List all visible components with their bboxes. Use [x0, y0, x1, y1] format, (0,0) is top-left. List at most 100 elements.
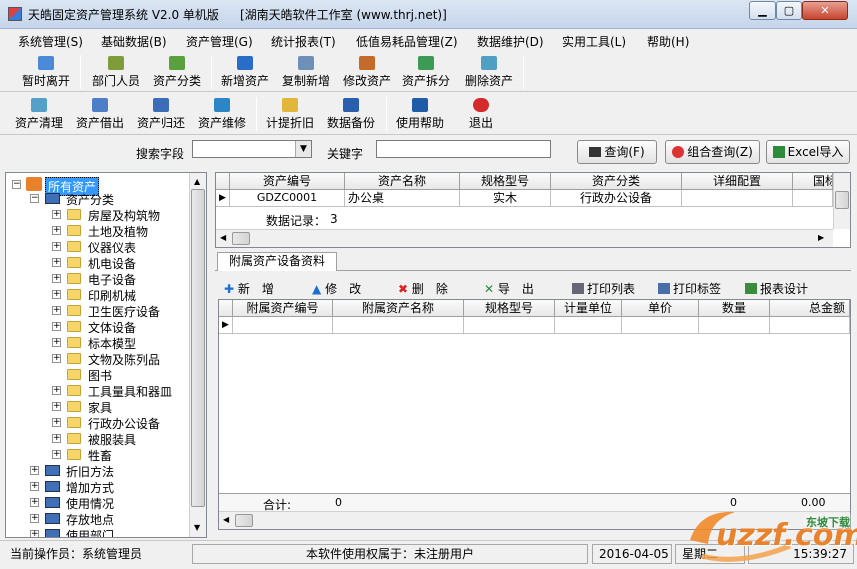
expand-icon[interactable]: + — [30, 498, 39, 507]
grid-vscroll[interactable] — [833, 173, 850, 229]
expand-icon[interactable]: + — [52, 226, 61, 235]
sub-add-button[interactable]: ✚ 新 增 — [224, 280, 274, 297]
menu-data-maint[interactable]: 数据维护(D) — [477, 33, 544, 50]
keyword-input[interactable] — [376, 140, 551, 158]
expand-icon[interactable]: + — [52, 210, 61, 219]
scroll-thumb[interactable] — [232, 232, 250, 245]
asset-lend-button[interactable]: 资产借出 — [72, 98, 128, 131]
asset-return-button[interactable]: 资产归还 — [133, 98, 189, 131]
backup-button[interactable]: 数据备份 — [323, 98, 379, 131]
table-cell[interactable] — [555, 317, 622, 334]
report-design-button[interactable]: 报表设计 — [745, 280, 808, 297]
col-header[interactable]: 单价 — [622, 300, 699, 317]
collapse-icon[interactable]: − — [12, 180, 21, 189]
expand-icon[interactable]: + — [52, 322, 61, 331]
table-cell[interactable] — [699, 317, 770, 334]
maximize-button[interactable]: ▢ — [776, 1, 802, 20]
table-cell[interactable] — [770, 317, 850, 334]
scroll-left-icon[interactable]: ◀ — [223, 515, 229, 524]
asset-repair-button[interactable]: 资产维修 — [194, 98, 250, 131]
new-asset-button[interactable]: 新增资产 — [217, 56, 273, 89]
col-header[interactable]: 附属资产名称 — [333, 300, 464, 317]
table-cell[interactable] — [464, 317, 555, 334]
expand-icon[interactable]: + — [52, 386, 61, 395]
tree-scrollbar[interactable]: ▲ ▼ — [189, 173, 206, 537]
edit-asset-button[interactable]: 修改资产 — [339, 56, 395, 89]
grid-hscroll[interactable]: ◀ ▶ — [216, 229, 833, 247]
expand-icon[interactable]: + — [30, 530, 39, 537]
pause-button[interactable]: 暂时离开 — [18, 56, 74, 89]
search-field-select[interactable]: ▼ — [192, 140, 312, 158]
menu-help[interactable]: 帮助(H) — [647, 33, 689, 50]
asset-clear-button[interactable]: 资产清理 — [11, 98, 67, 131]
chevron-down-icon[interactable]: ▼ — [295, 141, 311, 157]
expand-icon[interactable]: + — [30, 466, 39, 475]
expand-icon[interactable]: + — [52, 242, 61, 251]
expand-icon[interactable]: + — [52, 290, 61, 299]
query-button[interactable]: 查询(F) — [577, 140, 657, 164]
expand-icon[interactable]: + — [52, 274, 61, 283]
col-header[interactable]: 附属资产编号 — [233, 300, 333, 317]
scroll-right-icon[interactable]: ▶ — [818, 233, 824, 242]
col-header[interactable]: 资产编号 — [230, 173, 345, 190]
expand-icon[interactable]: + — [52, 434, 61, 443]
col-header[interactable]: 数量 — [699, 300, 770, 317]
excel-import-button[interactable]: Excel导入 — [766, 140, 850, 164]
delete-asset-button[interactable]: 删除资产 — [461, 56, 517, 89]
menu-tools[interactable]: 实用工具(L) — [562, 33, 626, 50]
menu-asset-mgmt[interactable]: 资产管理(G) — [186, 33, 253, 50]
expand-icon[interactable]: + — [52, 418, 61, 427]
scroll-thumb[interactable] — [191, 189, 205, 507]
col-header[interactable]: 详细配置 — [682, 173, 793, 190]
tab-attached-assets[interactable]: 附属资产设备资料 — [217, 252, 337, 271]
table-cell[interactable]: 办公桌 — [345, 190, 460, 207]
combo-query-button[interactable]: 组合查询(Z) — [665, 140, 760, 164]
menu-reports[interactable]: 统计报表(T) — [271, 33, 336, 50]
table-cell[interactable] — [622, 317, 699, 334]
expand-icon[interactable]: + — [52, 354, 61, 363]
table-cell[interactable]: 实木 — [460, 190, 551, 207]
split-asset-button[interactable]: 资产拆分 — [398, 56, 454, 89]
print-label-button[interactable]: 打印标签 — [658, 280, 721, 297]
table-cell[interactable]: GDZC0001 — [230, 190, 345, 207]
expand-icon[interactable]: + — [52, 450, 61, 459]
menu-system[interactable]: 系统管理(S) — [18, 33, 83, 50]
menu-basic-data[interactable]: 基础数据(B) — [101, 33, 167, 50]
exit-button[interactable]: 退出 — [453, 98, 509, 131]
table-cell[interactable] — [682, 190, 793, 207]
scroll-thumb[interactable] — [835, 191, 849, 209]
col-header[interactable]: 计量单位 — [555, 300, 622, 317]
scroll-up-icon[interactable]: ▲ — [194, 177, 200, 186]
copy-new-button[interactable]: 复制新增 — [278, 56, 334, 89]
minimize-button[interactable]: ▁ — [749, 1, 776, 20]
expand-icon[interactable]: + — [52, 258, 61, 267]
close-button[interactable]: ✕ — [802, 1, 848, 20]
col-header[interactable]: 规格型号 — [464, 300, 555, 317]
expand-icon[interactable]: + — [52, 306, 61, 315]
menu-consumables[interactable]: 低值易耗品管理(Z) — [356, 33, 458, 50]
col-header[interactable]: 资产分类 — [551, 173, 682, 190]
scroll-down-icon[interactable]: ▼ — [194, 523, 200, 532]
expand-icon[interactable]: + — [52, 402, 61, 411]
sub-delete-button[interactable]: ✖ 删 除 — [398, 280, 448, 297]
help-button[interactable]: 使用帮助 — [392, 98, 448, 131]
expand-icon[interactable]: + — [52, 338, 61, 347]
expand-icon[interactable]: + — [30, 482, 39, 491]
table-cell[interactable] — [333, 317, 464, 334]
expand-icon[interactable]: + — [30, 514, 39, 523]
col-header[interactable]: 资产名称 — [345, 173, 460, 190]
sub-export-button[interactable]: ✕ 导 出 — [484, 280, 534, 297]
col-header[interactable]: 总金额 — [770, 300, 850, 317]
table-cell[interactable] — [233, 317, 333, 334]
scroll-left-icon[interactable]: ◀ — [220, 233, 226, 242]
scroll-thumb[interactable] — [235, 514, 253, 527]
table-cell[interactable]: 行政办公设备 — [551, 190, 682, 207]
col-header[interactable]: 规格型号 — [460, 173, 551, 190]
dept-staff-button[interactable]: 部门人员 — [88, 56, 144, 89]
col-header[interactable]: 国标 — [793, 173, 833, 190]
table-cell[interactable] — [793, 190, 833, 207]
collapse-icon[interactable]: − — [30, 194, 39, 203]
sub-edit-button[interactable]: ▲ 修 改 — [312, 280, 361, 297]
depreciation-button[interactable]: 计提折旧 — [262, 98, 318, 131]
print-list-button[interactable]: 打印列表 — [572, 280, 635, 297]
